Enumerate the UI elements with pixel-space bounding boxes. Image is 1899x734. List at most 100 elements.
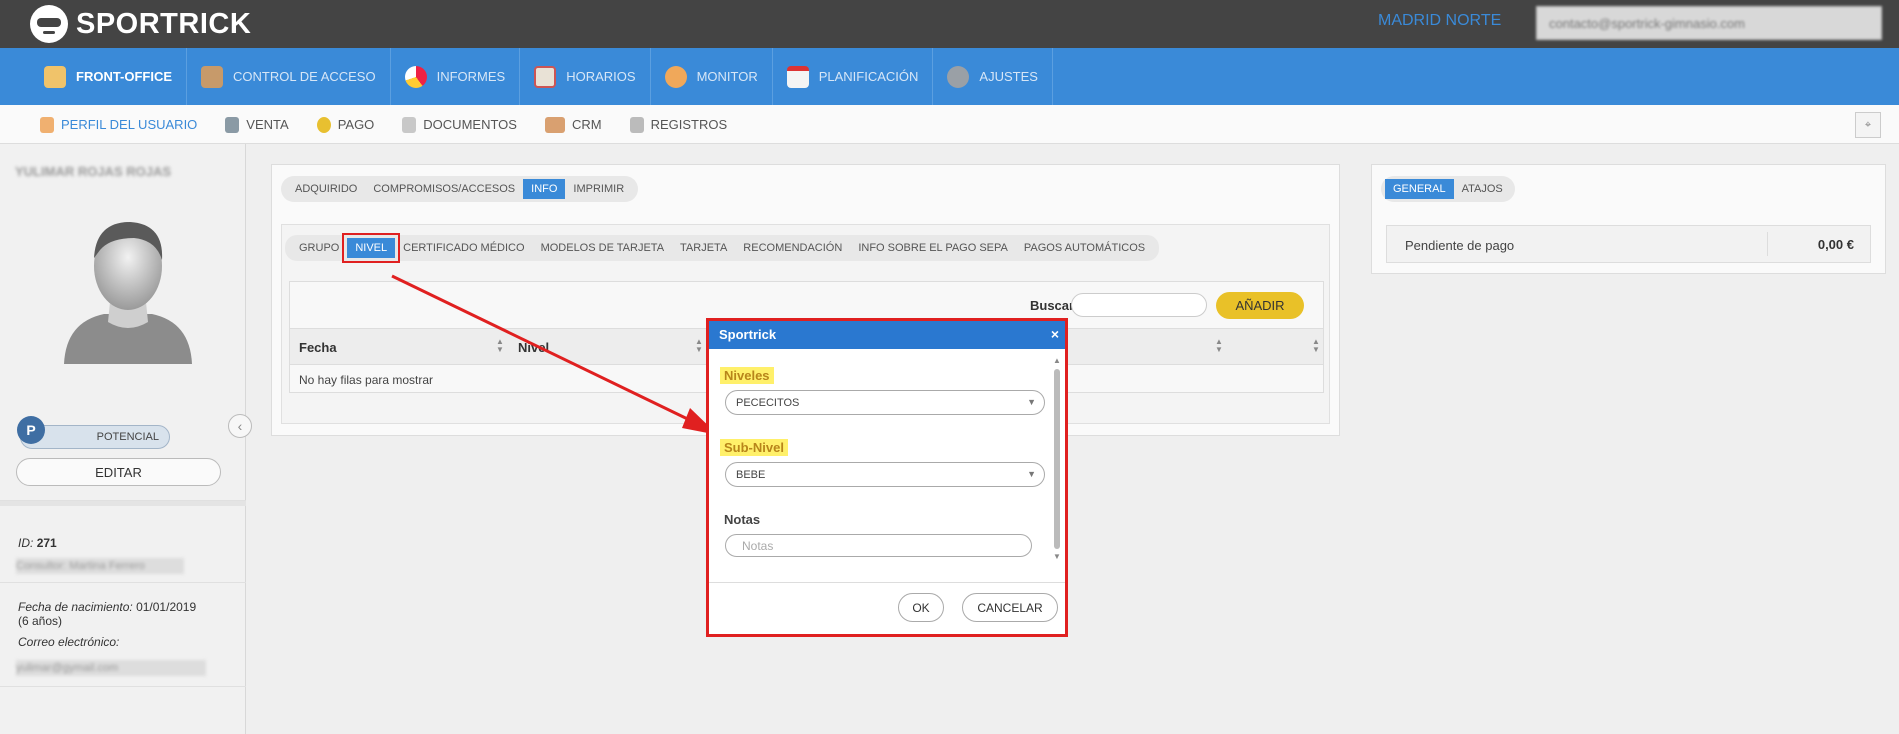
sort-icon[interactable]: ▲ ▼: [695, 338, 703, 354]
nav-label: INFORMES: [436, 69, 506, 84]
scroll-up-icon[interactable]: ▲: [1053, 357, 1061, 365]
tab-imprimir[interactable]: IMPRIMIR: [565, 179, 632, 199]
subnav-label: CRM: [571, 117, 602, 132]
user-name: YULIMAR ROJAS ROJAS: [15, 164, 172, 179]
people-icon: [664, 65, 687, 88]
nav-label: MONITOR: [696, 69, 758, 84]
user-profile-icon: [40, 116, 54, 133]
user-id: ID: 271: [18, 536, 57, 550]
sportrick-logo-icon: [30, 5, 68, 43]
edit-button[interactable]: EDITAR: [16, 458, 221, 486]
sort-icon[interactable]: ▲ ▼: [496, 338, 504, 354]
ok-button[interactable]: OK: [898, 593, 944, 622]
tab-general[interactable]: GENERAL: [1385, 179, 1454, 199]
notas-label: Notas: [724, 512, 761, 527]
nav-front-office[interactable]: FRONT-OFFICE: [30, 48, 188, 105]
close-icon[interactable]: ×: [1051, 326, 1059, 342]
nav-label: CONTROL DE ACCESO: [233, 69, 376, 84]
column-fecha[interactable]: Fecha: [299, 340, 337, 355]
nav-ajustes[interactable]: AJUSTES: [933, 48, 1053, 105]
age: (6 años): [18, 614, 63, 628]
niveles-value: PECECITOS: [736, 397, 800, 409]
subnav-registros[interactable]: REGISTROS: [629, 105, 728, 144]
gear-icon: [947, 65, 970, 88]
tab-recomendacion[interactable]: RECOMENDACIÓN: [735, 238, 850, 258]
scroll-thumb[interactable]: [1054, 369, 1060, 549]
nav-horarios[interactable]: HORARIOS: [520, 48, 651, 105]
subnav-perfil[interactable]: PERFIL DEL USUARIO: [40, 105, 197, 144]
tab-modelos-tarjeta[interactable]: MODELOS DE TARJETA: [533, 238, 672, 258]
tab-nivel[interactable]: NIVEL: [342, 233, 401, 263]
tab-certificado[interactable]: CERTIFICADO MÉDICO: [395, 238, 532, 258]
id-label: ID:: [18, 536, 34, 550]
sub-tabs: GRUPO NIVEL CERTIFICADO MÉDICO MODELOS D…: [285, 233, 1160, 263]
tab-tarjeta[interactable]: TARJETA: [672, 238, 735, 258]
subnav-label: REGISTROS: [650, 117, 728, 132]
summary-panel: GENERAL ATAJOS Pendiente de pago 0,00 €: [1371, 164, 1886, 274]
column-nivel[interactable]: Nivel: [518, 340, 549, 355]
tab-grupo[interactable]: GRUPO: [291, 238, 347, 258]
search-input[interactable]: [1071, 293, 1207, 317]
notas-input[interactable]: Notas: [725, 534, 1032, 557]
birth-value: 01/01/2019: [136, 600, 197, 614]
subnav-label: DOCUMENTOS: [423, 117, 517, 132]
email-label-text: Correo electrónico:: [18, 635, 120, 649]
calendar-grid-icon: [534, 65, 557, 88]
dialog-header: Sportrick ×: [709, 321, 1065, 349]
tab-adquirido[interactable]: ADQUIRIDO: [287, 179, 365, 199]
niveles-select[interactable]: PECECITOS ▼: [725, 390, 1045, 415]
nav-planificacion[interactable]: PLANIFICACIÓN: [773, 48, 934, 105]
nav-label: AJUSTES: [979, 69, 1038, 84]
subnav-documentos[interactable]: DOCUMENTOS: [402, 105, 517, 144]
tab-info[interactable]: INFO: [523, 179, 566, 199]
consultant-value: Consultor: Martina Ferrero: [16, 560, 145, 572]
top-tabs: ADQUIRIDO COMPROMISOS/ACCESOS INFO IMPRI…: [281, 176, 639, 202]
pin-icon[interactable]: ⌖: [1855, 112, 1881, 138]
nav-informes[interactable]: INFORMES: [391, 48, 521, 105]
scroll-down-icon[interactable]: ▼: [1053, 553, 1061, 561]
tab-atajos[interactable]: ATAJOS: [1454, 179, 1511, 199]
sort-icon[interactable]: ▲ ▼: [1215, 338, 1223, 354]
app-name: SPORTRICK: [76, 7, 252, 40]
nav-label: FRONT-OFFICE: [76, 69, 173, 84]
add-button[interactable]: AÑADIR: [1216, 292, 1304, 319]
subnivel-select[interactable]: BEBE ▼: [725, 462, 1045, 487]
birth-date: Fecha de nacimiento: 01/01/2019: [18, 600, 196, 614]
nav-monitor[interactable]: MONITOR: [651, 48, 773, 105]
status-badge: P: [17, 416, 45, 444]
log-icon: [629, 116, 644, 133]
user-email: contacto@sportrick-gimnasio.com: [1549, 16, 1745, 31]
summary-tabs: GENERAL ATAJOS: [1381, 176, 1515, 202]
tab-pago-sepa[interactable]: INFO SOBRE EL PAGO SEPA: [850, 238, 1016, 258]
pending-label: Pendiente de pago: [1405, 238, 1515, 253]
subnav-venta[interactable]: VENTA: [225, 105, 289, 144]
cash-register-icon: [225, 116, 240, 133]
dialog-scrollbar[interactable]: ▲ ▼: [1053, 357, 1061, 569]
tab-pagos-automaticos[interactable]: PAGOS AUTOMÁTICOS: [1016, 238, 1153, 258]
sort-icon[interactable]: ▲ ▼: [1312, 338, 1320, 354]
user-sidebar: YULIMAR ROJAS ROJAS POTENCIAL P ‹ EDITAR…: [0, 144, 252, 734]
divider: [0, 582, 246, 583]
subnav-crm[interactable]: CRM: [544, 105, 602, 144]
divider: [0, 686, 246, 687]
dialog-title: Sportrick: [719, 327, 777, 342]
subnivel-value: BEBE: [736, 469, 766, 481]
app-logo[interactable]: SPORTRICK: [30, 4, 251, 44]
tab-compromisos[interactable]: COMPROMISOS/ACCESOS: [365, 179, 523, 199]
subnav-label: VENTA: [246, 117, 289, 132]
nav-label: PLANIFICACIÓN: [818, 69, 919, 84]
chevron-left-icon: ‹: [237, 418, 243, 434]
subnav-label: PERFIL DEL USUARIO: [61, 117, 198, 132]
user-account-box[interactable]: contacto@sportrick-gimnasio.com: [1536, 6, 1882, 40]
niveles-label: Niveles: [720, 367, 774, 384]
site-selector[interactable]: MADRID NORTE: [1378, 12, 1501, 30]
divider: [0, 500, 246, 506]
collapse-sidebar-button[interactable]: ‹: [228, 414, 252, 438]
subnav-pago[interactable]: PAGO: [316, 105, 374, 144]
nav-control-de-acceso[interactable]: CONTROL DE ACCESO: [187, 48, 391, 105]
cancel-button[interactable]: CANCELAR: [962, 593, 1058, 622]
email-label: Correo electrónico:: [18, 635, 119, 649]
chevron-down-icon: ▼: [1027, 397, 1036, 407]
pending-value: 0,00 €: [1817, 237, 1854, 252]
handshake-icon: [544, 116, 565, 133]
